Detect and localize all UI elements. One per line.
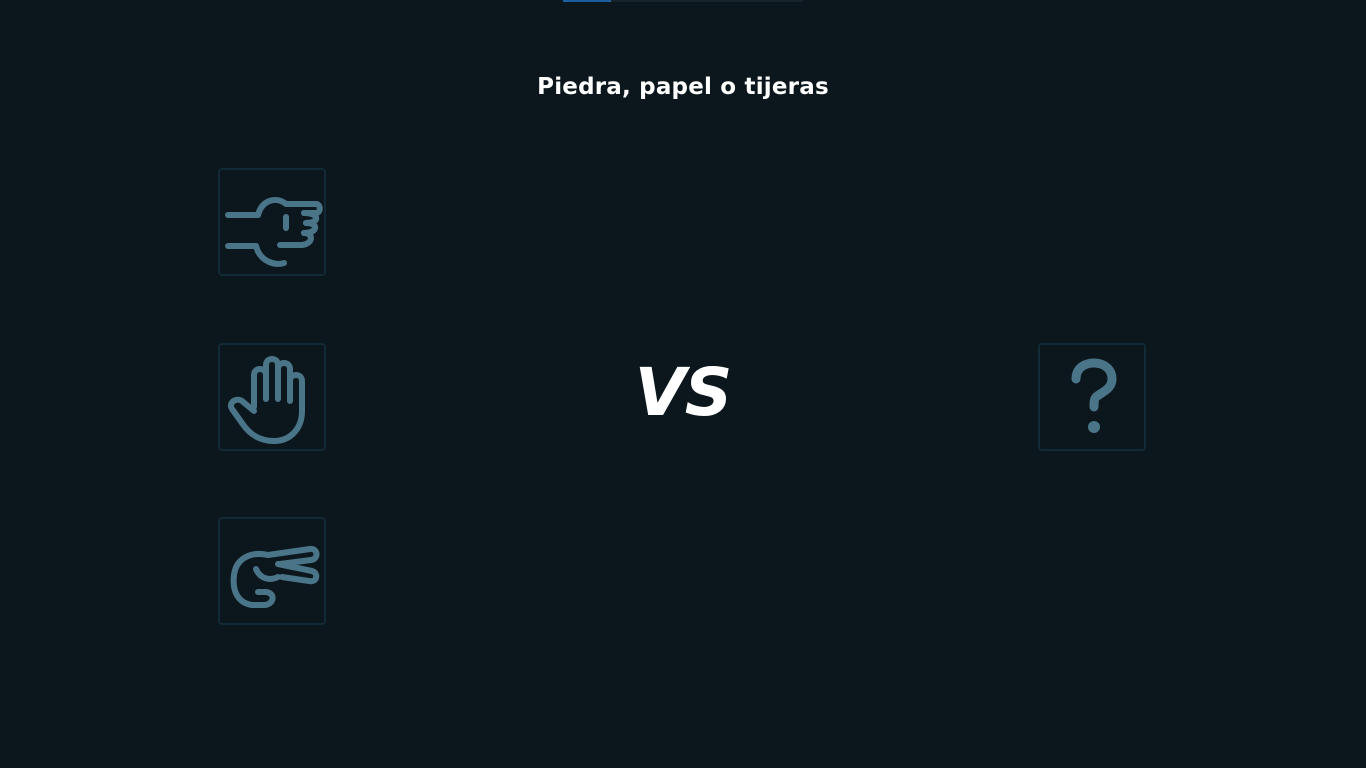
progress-indicator-active [563, 0, 611, 2]
vs-label: VS [634, 354, 733, 431]
game-title: Piedra, papel o tijeras [537, 74, 829, 100]
question-mark-icon [1071, 358, 1117, 433]
progress-indicator [563, 0, 803, 2]
fist-pointing-right-icon [225, 197, 323, 267]
scissors-choice-button[interactable] [218, 517, 326, 625]
two-fingers-scissors-icon [230, 546, 320, 608]
rock-choice-button[interactable] [218, 168, 326, 276]
game-stage: Piedra, papel o tijeras VS [0, 0, 1366, 768]
opponent-choice-tile [1038, 343, 1146, 451]
